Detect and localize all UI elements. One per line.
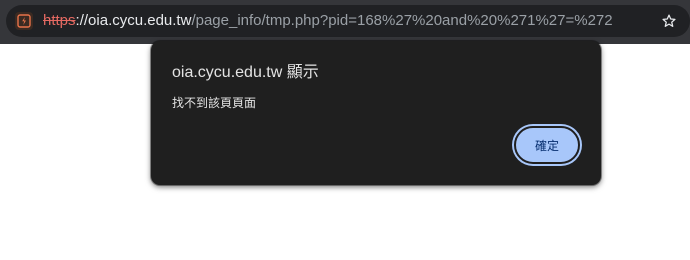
browser-toolbar: https://oia.cycu.edu.tw/page_info/tmp.ph… (0, 0, 690, 44)
url-path: /page_info/tmp.php?pid=168%27%20and%20%2… (191, 12, 613, 29)
not-secure-page-icon[interactable] (15, 12, 33, 30)
dialog-message: 找不到該頁頁面 (172, 96, 257, 110)
alert-dialog: oia.cycu.edu.tw 顯示 找不到該頁頁面 確定 (151, 41, 601, 185)
ok-button[interactable]: 確定 (514, 126, 580, 164)
url-scheme: https (43, 12, 76, 29)
url-host: oia.cycu.edu.tw (88, 12, 192, 29)
address-bar[interactable]: https://oia.cycu.edu.tw/page_info/tmp.ph… (6, 5, 690, 37)
dialog-title: oia.cycu.edu.tw 顯示 (172, 64, 319, 81)
url-text[interactable]: https://oia.cycu.edu.tw/page_info/tmp.ph… (43, 12, 613, 30)
star-outline-icon[interactable] (658, 10, 680, 32)
url-separator: :// (75, 12, 89, 29)
